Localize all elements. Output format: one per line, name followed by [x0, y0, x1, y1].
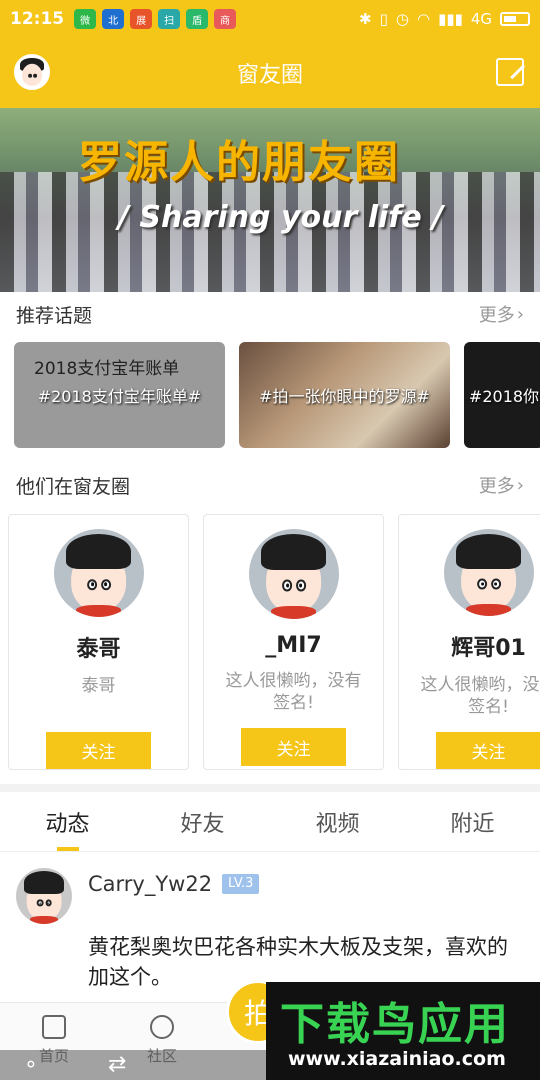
watermark-url: www.xiazainiao.com — [288, 1048, 506, 1070]
system-switch-icon[interactable]: ⇄ — [108, 1052, 126, 1077]
page-title: 窗友圈 — [236, 63, 303, 88]
user-name: _MI7 — [265, 633, 322, 658]
banner[interactable]: 罗源人的朋友圈 / Sharing your life / — [0, 108, 540, 292]
status-bar: 12:15 微 北 展 扫 盾 商 ✱ ▯ ◷ ◠ ▮▮▮ 4G — [0, 0, 540, 38]
watermark-name: 下载鸟应用 — [280, 999, 510, 1050]
tab-video[interactable]: 视频 — [270, 792, 405, 851]
avatar-eye — [100, 578, 111, 590]
wechat-icon: 微 — [74, 9, 97, 29]
chevron-right-icon: › — [516, 303, 524, 325]
avatar-eye — [37, 899, 44, 907]
user-card[interactable]: _MI7 这人很懒哟，没有签名! 关注 — [203, 514, 384, 770]
follow-button[interactable]: 关注 — [436, 732, 540, 769]
topics-list: 2018支付宝年账单 #2018支付宝年账单# #拍一张你眼中的罗源# #201… — [14, 342, 540, 448]
follow-button[interactable]: 关注 — [46, 731, 151, 769]
tab-dynamic[interactable]: 动态 — [0, 792, 135, 851]
avatar[interactable] — [16, 868, 72, 924]
avatar-eye — [45, 899, 52, 907]
users-list: 泰哥 泰哥 关注 _MI7 这人很懒哟，没有签名! 关注 辉哥01 这人很懒哟，… — [8, 514, 540, 770]
avatar-eye — [477, 578, 488, 590]
watermark: 下载鸟应用 www.xiazainiao.com — [266, 982, 540, 1080]
bluetooth-icon: ✱ — [359, 10, 372, 28]
signal-icon: ▮▮▮ — [438, 10, 463, 28]
section-divider — [0, 784, 540, 792]
tab-friends[interactable]: 好友 — [135, 792, 270, 851]
avatar-eye — [282, 579, 293, 592]
topics-more-link[interactable]: 更多 — [479, 301, 515, 327]
tab-nearby[interactable]: 附近 — [405, 792, 540, 851]
banner-subtitle: / Sharing your life / — [118, 200, 444, 235]
avatar-eye — [28, 74, 33, 79]
user-name: 泰哥 — [76, 636, 121, 662]
topic-card[interactable]: #2018你 — [464, 342, 540, 448]
avatar-hair — [261, 534, 326, 571]
alarm-icon: ◷ — [395, 10, 409, 28]
chat-icon — [150, 1015, 174, 1039]
scan-icon: 扫 — [158, 9, 181, 29]
avatar-hair — [23, 871, 65, 894]
users-more-link[interactable]: 更多 — [479, 472, 515, 498]
avatar-eye — [490, 578, 501, 590]
compose-icon[interactable] — [496, 58, 524, 86]
avatar[interactable] — [443, 529, 534, 617]
chevron-right-icon: › — [516, 474, 524, 496]
feed-post[interactable]: Carry_Yw22 LV.3 黄花梨奥坎巴花各种实木大板及支架，喜欢的加这个。 — [0, 852, 540, 1002]
feed-tabs: 动态 好友 视频 附近 — [0, 792, 540, 852]
avatar-shirt — [76, 604, 121, 617]
notification-icons: 微 北 展 扫 盾 商 — [74, 9, 237, 29]
wifi-icon: ◠ — [416, 10, 431, 28]
network-type: 4G — [470, 10, 492, 28]
topic-label: #2018你 — [468, 387, 540, 406]
post-username[interactable]: Carry_Yw22 — [88, 872, 212, 896]
users-header: 他们在窗友圈 更多 › — [0, 463, 540, 507]
shop-icon: 商 — [214, 9, 237, 29]
vibrate-icon: ▯ — [379, 10, 388, 28]
topic-card[interactable]: 2018支付宝年账单 #2018支付宝年账单# — [14, 342, 225, 448]
avatar-eye — [87, 578, 98, 590]
app-icon-1: 北 — [102, 9, 125, 29]
topic-card-image-text: 2018支付宝年账单 — [34, 359, 180, 379]
system-dot-icon[interactable]: ∘ — [24, 1052, 38, 1077]
banner-title: 罗源人的朋友圈 — [78, 137, 400, 188]
avatar-shirt — [466, 603, 511, 617]
home-icon — [42, 1015, 66, 1039]
user-card[interactable]: 辉哥01 这人很懒哟，没有签名! 关注 — [398, 514, 540, 770]
avatar-eye — [295, 579, 306, 592]
user-name: 辉哥01 — [451, 636, 526, 662]
topic-label: #拍一张你眼中的罗源# — [259, 387, 430, 406]
user-signature: 泰哥 — [81, 675, 116, 696]
user-card[interactable]: 泰哥 泰哥 关注 — [8, 514, 189, 770]
avatar-shirt — [30, 916, 58, 924]
battery-icon — [500, 12, 530, 26]
level-badge: LV.3 — [222, 874, 260, 894]
avatar[interactable] — [53, 529, 144, 617]
user-signature: 这人很懒哟，没有签名! — [420, 675, 540, 718]
topic-card[interactable]: #拍一张你眼中的罗源# — [239, 342, 450, 448]
app-header: 窗友圈 — [0, 38, 540, 108]
shield-icon: 盾 — [186, 9, 209, 29]
profile-avatar[interactable] — [14, 54, 50, 90]
topics-title: 推荐话题 — [16, 304, 93, 327]
avatar-face — [22, 63, 42, 86]
avatar-hair — [66, 534, 131, 570]
topics-header: 推荐话题 更多 › — [0, 292, 540, 336]
avatar[interactable] — [248, 529, 339, 619]
status-time: 12:15 — [10, 9, 65, 29]
system-indicators: ✱ ▯ ◷ ◠ ▮▮▮ 4G — [359, 10, 530, 28]
avatar-shirt — [271, 606, 316, 619]
user-signature: 这人很懒哟，没有签名! — [225, 671, 362, 713]
app-icon-2: 展 — [130, 9, 153, 29]
users-title: 他们在窗友圈 — [16, 475, 131, 498]
avatar-eye — [32, 74, 37, 79]
avatar-hair — [456, 534, 521, 570]
topic-label: #2018支付宝年账单# — [37, 387, 202, 406]
follow-button[interactable]: 关注 — [241, 728, 346, 766]
